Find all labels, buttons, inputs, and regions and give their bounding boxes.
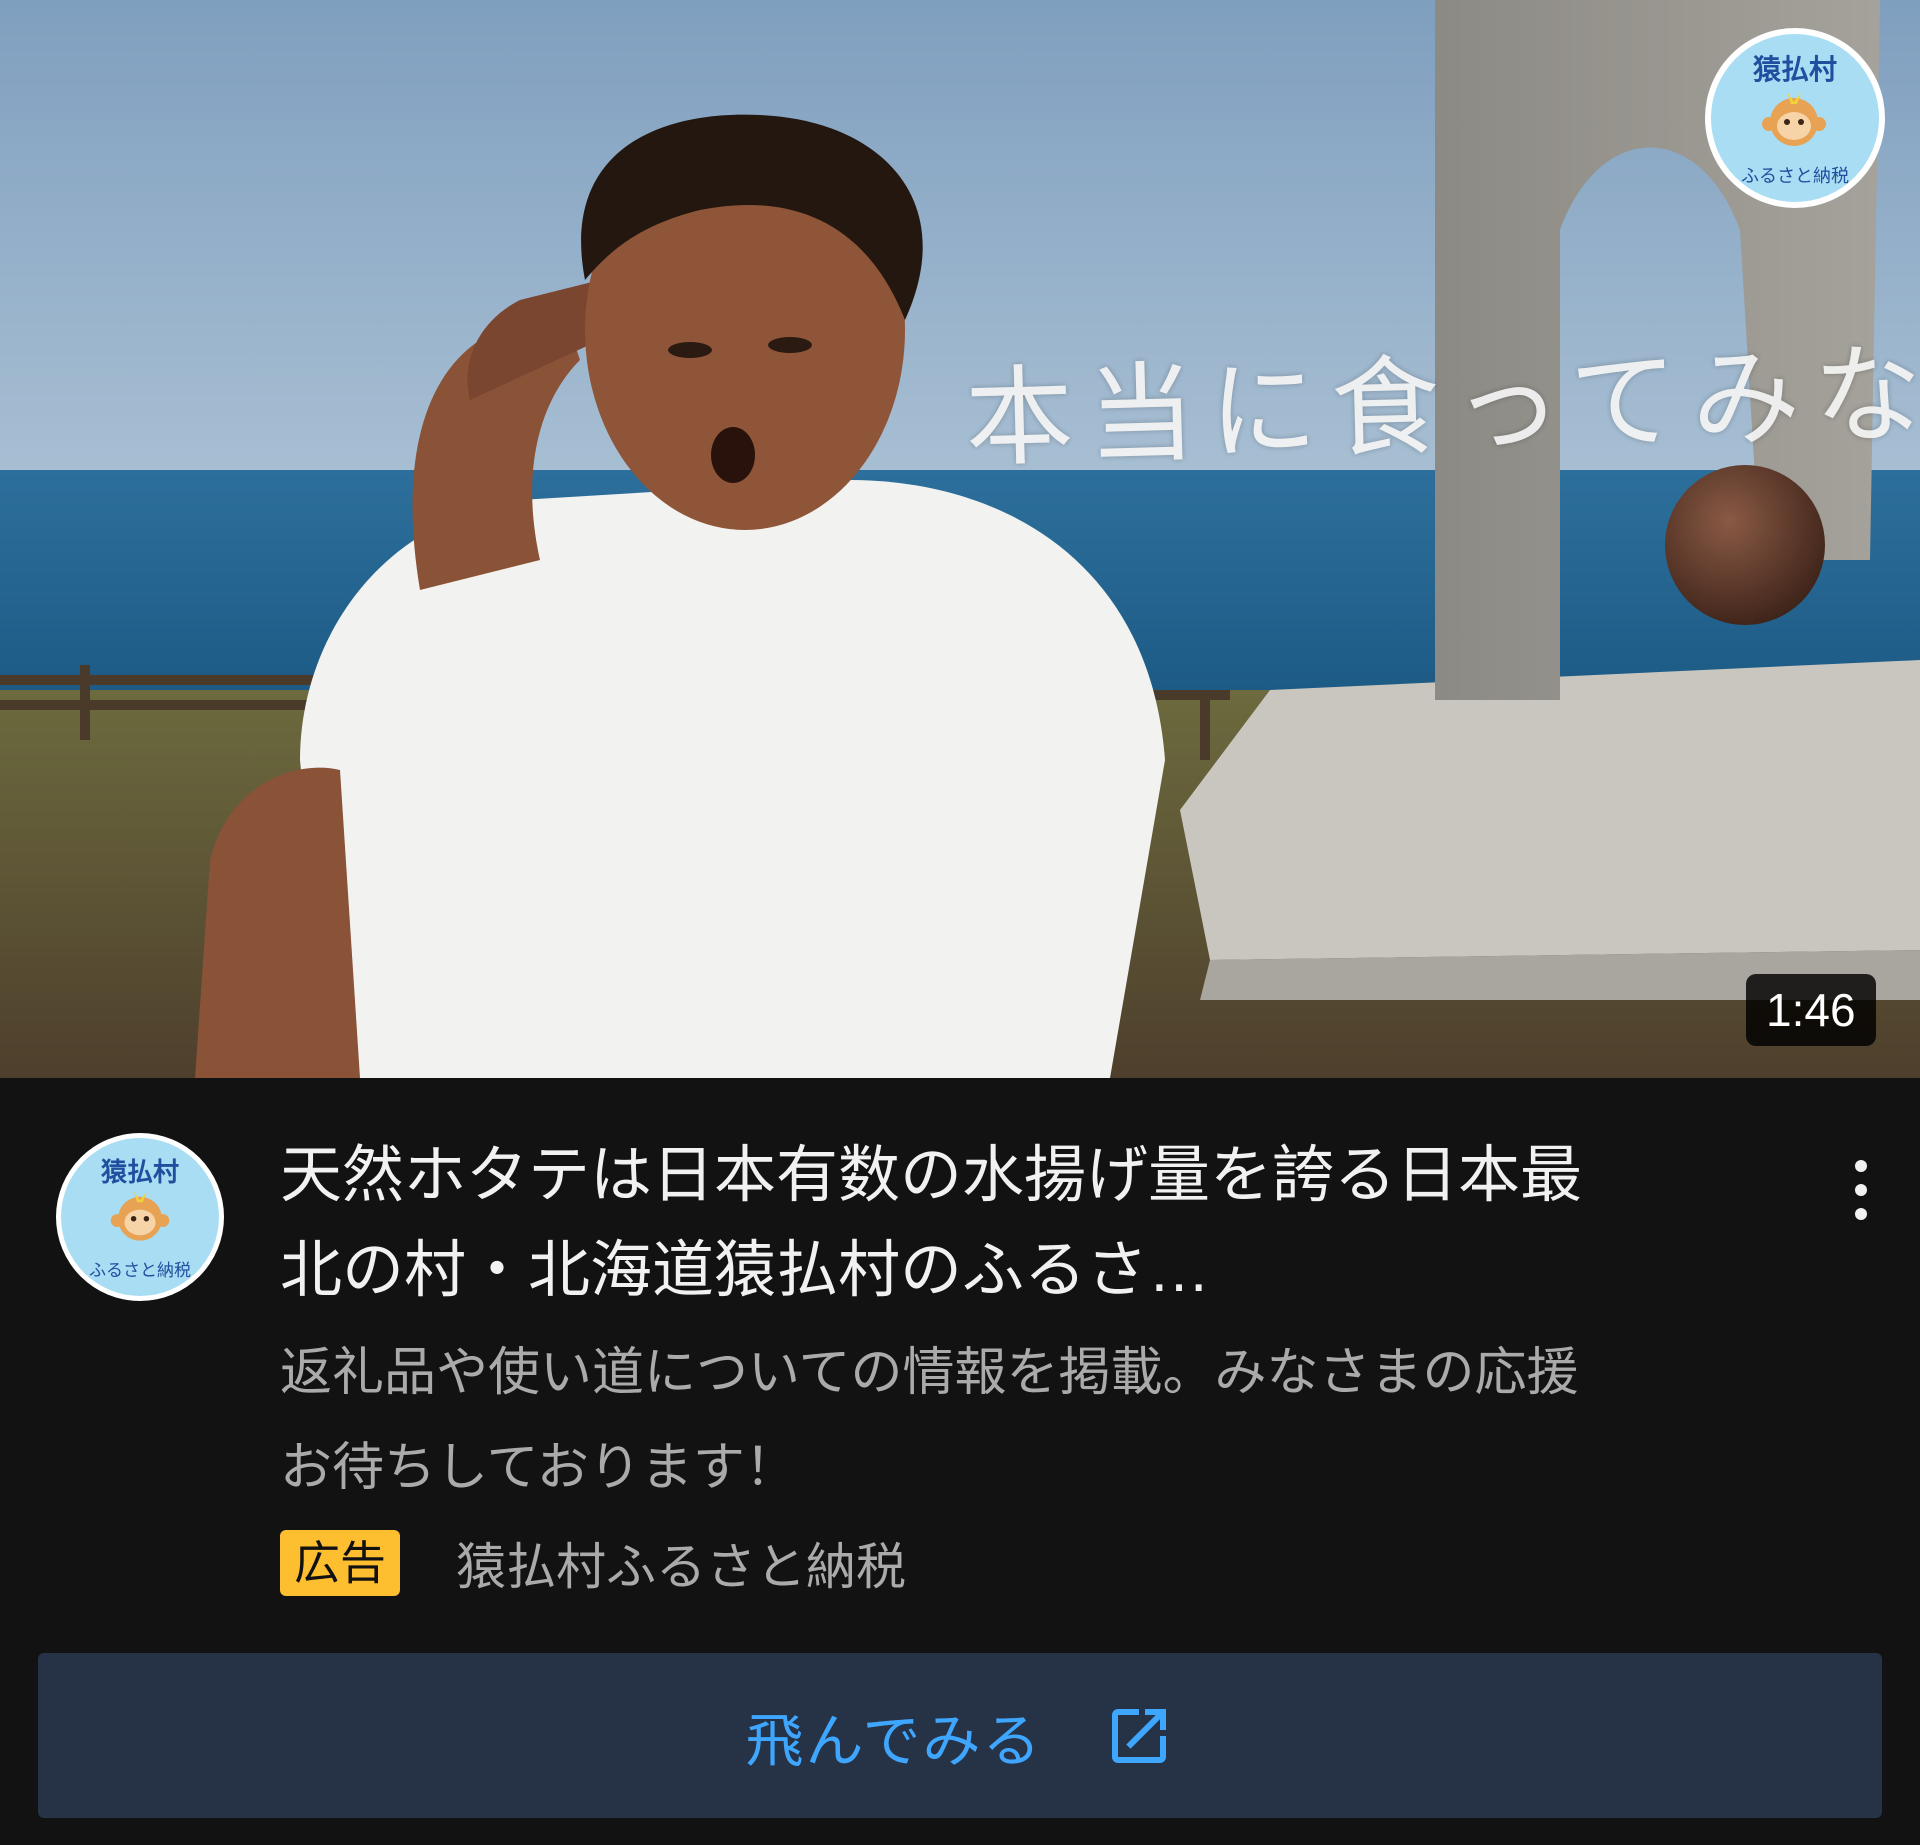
more-vert-icon-dot bbox=[1855, 1160, 1867, 1172]
ad-meta-row: 広告 猿払村ふるさと納税 bbox=[280, 1530, 906, 1596]
ad-description: 返礼品や使い道についての情報を掲載。みなさまの応援お待ちしております！ bbox=[280, 1344, 1579, 1497]
monkey-mascot-icon bbox=[110, 1191, 170, 1241]
thumbnail-scene bbox=[0, 0, 1920, 1078]
video-title[interactable]: 天然ホタテは日本有数の水揚げ量を誇る日本最北の村・北海道猿払村のふるさ… bbox=[280, 1128, 1630, 1318]
thumbnail-overlay-text: 本当に食ってみな！ bbox=[963, 328, 1920, 483]
thumbnail-logo: 猿払村 ふるさと納税 bbox=[1705, 28, 1885, 208]
video-duration: 1:46 bbox=[1746, 974, 1876, 1046]
cta-button[interactable]: 飛んでみる bbox=[38, 1653, 1882, 1818]
more-vert-icon-dot bbox=[1855, 1184, 1867, 1196]
open-in-new-icon bbox=[1111, 1708, 1166, 1763]
more-vert-icon-dot bbox=[1855, 1208, 1867, 1220]
cta-label: 飛んでみる bbox=[745, 1708, 1043, 1774]
logo-subtitle: ふるさと納税 bbox=[1741, 166, 1849, 187]
avatar-subtitle: ふるさと納税 bbox=[89, 1261, 191, 1281]
logo-title: 猿払村 bbox=[1752, 53, 1837, 86]
monkey-mascot-icon bbox=[1762, 92, 1826, 146]
video-thumbnail[interactable]: 本当に食ってみな！ 猿払村 ふるさと納税 1:46 bbox=[0, 0, 1920, 1078]
ad-badge: 広告 bbox=[280, 1530, 400, 1596]
advertiser-name: 猿払村ふるさと納税 bbox=[456, 1539, 906, 1595]
channel-avatar[interactable]: 猿払村 ふるさと納税 bbox=[56, 1133, 224, 1301]
more-options-button[interactable] bbox=[1826, 1140, 1896, 1240]
